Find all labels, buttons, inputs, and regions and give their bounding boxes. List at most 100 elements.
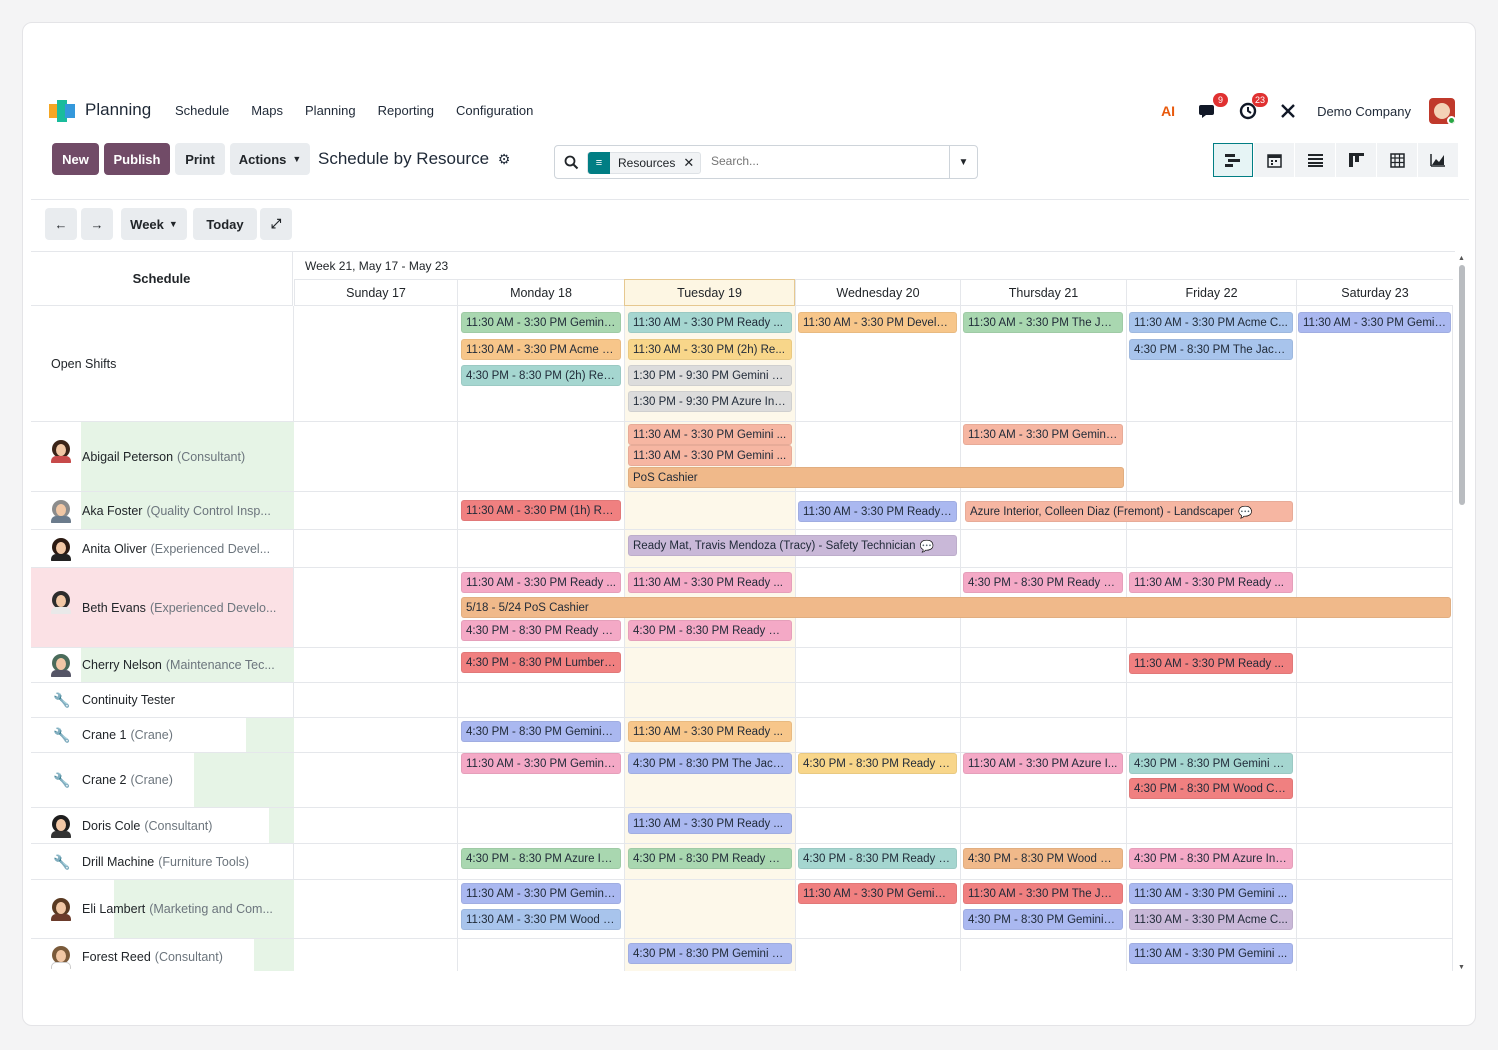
menu-maps[interactable]: Maps xyxy=(251,103,283,118)
row-label[interactable]: 🔧 Crane 1 (Crane) xyxy=(31,718,294,752)
row-label[interactable]: Beth Evans (Experienced Develo... xyxy=(31,568,294,647)
row-label[interactable]: Forest Reed (Consultant) xyxy=(31,939,294,971)
shift-pill[interactable]: 4:30 PM - 8:30 PM Gemini F... xyxy=(1129,753,1293,774)
menu-configuration[interactable]: Configuration xyxy=(456,103,533,118)
list-view-button[interactable] xyxy=(1295,143,1335,177)
shift-pill[interactable]: 11:30 AM - 3:30 PM Wood C... xyxy=(461,909,621,930)
shift-pill[interactable]: 4:30 PM - 8:30 PM Ready M... xyxy=(461,620,621,641)
menu-planning[interactable]: Planning xyxy=(305,103,356,118)
scroll-up-icon[interactable]: ▲ xyxy=(1458,255,1465,262)
search-options-toggle[interactable]: ▼ xyxy=(949,146,977,178)
shift-pill[interactable]: 11:30 AM - 3:30 PM Gemini ... xyxy=(963,424,1123,445)
actions-dropdown[interactable]: Actions ▼ xyxy=(230,143,310,175)
expand-button[interactable]: ⤢ xyxy=(260,208,292,240)
row-label[interactable]: Anita Oliver (Experienced Devel... xyxy=(31,530,294,567)
shift-pill[interactable]: 11:30 AM - 3:30 PM Gemini ... xyxy=(461,312,621,333)
shift-pill[interactable]: 11:30 AM - 3:30 PM Ready ... xyxy=(461,572,621,593)
shift-pill[interactable]: 11:30 AM - 3:30 PM The Jac... xyxy=(963,312,1123,333)
calendar-view-button[interactable] xyxy=(1254,143,1294,177)
shift-pill[interactable]: 11:30 AM - 3:30 PM Gemini ... xyxy=(628,445,792,466)
shift-pill[interactable]: 4:30 PM - 8:30 PM The Jack... xyxy=(628,753,792,774)
shift-pill[interactable]: Azure Interior, Colleen Diaz (Fremont) -… xyxy=(965,501,1293,522)
scroll-thumb[interactable] xyxy=(1459,265,1465,505)
shift-pill[interactable]: 11:30 AM - 3:30 PM (2h) Re... xyxy=(628,339,792,360)
close-icon[interactable]: ✕ xyxy=(683,155,700,171)
shift-pill[interactable]: 4:30 PM - 8:30 PM Ready M... xyxy=(628,620,792,641)
shift-pill[interactable]: 11:30 AM - 3:30 PM Ready ... xyxy=(1129,653,1293,674)
kanban-view-button[interactable] xyxy=(1336,143,1376,177)
shift-pill[interactable]: 4:30 PM - 8:30 PM Ready M... xyxy=(798,753,957,774)
shift-pill[interactable]: 1:30 PM - 9:30 PM Gemini F... xyxy=(628,365,792,386)
new-button[interactable]: New xyxy=(52,143,99,175)
ai-icon[interactable]: AI xyxy=(1157,100,1179,122)
shift-pill[interactable]: 11:30 AM - 3:30 PM Gemini ... xyxy=(461,753,621,774)
shift-pill[interactable]: 1:30 PM - 9:30 PM Azure Int... xyxy=(628,391,792,412)
scroll-down-icon[interactable]: ▼ xyxy=(1458,964,1465,971)
shift-pill[interactable]: 11:30 AM - 3:30 PM Ready ... xyxy=(628,312,792,333)
next-button[interactable]: → xyxy=(81,208,113,240)
gantt-view-button[interactable] xyxy=(1213,143,1253,177)
row-label[interactable]: Open Shifts xyxy=(31,306,294,421)
graph-view-button[interactable] xyxy=(1418,143,1458,177)
shift-pill[interactable]: 11:30 AM - 3:30 PM Acme C... xyxy=(461,339,621,360)
shift-pill[interactable]: 11:30 AM - 3:30 PM Ready ... xyxy=(1129,572,1293,593)
menu-schedule[interactable]: Schedule xyxy=(175,103,229,118)
shift-pill[interactable]: 11:30 AM - 3:30 PM Gemini ... xyxy=(1129,943,1293,964)
search-facet[interactable]: ≡ Resources ✕ xyxy=(587,152,702,174)
shift-pill[interactable]: Ready Mat, Travis Mendoza (Tracy) - Safe… xyxy=(628,535,957,556)
shift-pill[interactable]: 11:30 AM - 3:30 PM Gemini ... xyxy=(798,883,957,904)
menu-reporting[interactable]: Reporting xyxy=(378,103,434,118)
shift-pill[interactable]: 4:30 PM - 8:30 PM Gemini F... xyxy=(461,721,621,742)
shift-pill[interactable]: 4:30 PM - 8:30 PM Wood Co... xyxy=(963,848,1123,869)
row-label[interactable]: 🔧 Crane 2 (Crane) xyxy=(31,753,294,807)
shift-pill[interactable]: 11:30 AM - 3:30 PM Azure I... xyxy=(963,753,1123,774)
scale-dropdown[interactable]: Week ▼ xyxy=(121,208,187,240)
shift-pill[interactable]: 11:30 AM - 3:30 PM Ready ... xyxy=(628,813,792,834)
row-label[interactable]: 🔧 Drill Machine (Furniture Tools) xyxy=(31,844,294,879)
shift-pill[interactable]: 4:30 PM - 8:30 PM Gemini F... xyxy=(628,943,792,964)
search-icon[interactable] xyxy=(564,155,579,170)
shift-pill[interactable]: 4:30 PM - 8:30 PM Ready M... xyxy=(798,848,957,869)
today-button[interactable]: Today xyxy=(193,208,257,240)
pivot-view-button[interactable] xyxy=(1377,143,1417,177)
vertical-scrollbar[interactable]: ▲ ▼ xyxy=(1458,255,1466,971)
shift-pill[interactable]: 4:30 PM - 8:30 PM Gemini F... xyxy=(963,909,1123,930)
gear-icon[interactable]: ⚙ xyxy=(498,151,511,167)
shift-pill[interactable]: PoS Cashier xyxy=(628,467,1124,488)
shift-pill[interactable]: 11:30 AM - 3:30 PM Ready ... xyxy=(628,572,792,593)
chat-icon[interactable]: 9 xyxy=(1197,93,1229,122)
shift-pill[interactable]: 11:30 AM - 3:30 PM The Jac... xyxy=(963,883,1123,904)
shift-pill[interactable]: 4:30 PM - 8:30 PM Azure Int... xyxy=(461,848,621,869)
previous-button[interactable]: ← xyxy=(45,208,77,240)
shift-pill[interactable]: 11:30 AM - 3:30 PM Ready ... xyxy=(628,721,792,742)
shift-pill[interactable]: 11:30 AM - 3:30 PM (1h) Re... xyxy=(461,500,621,521)
tools-icon[interactable] xyxy=(1277,100,1299,122)
shift-pill[interactable]: 4:30 PM - 8:30 PM Azure Int... xyxy=(1129,848,1293,869)
shift-pill[interactable]: 4:30 PM - 8:30 PM The Jack... xyxy=(1129,339,1293,360)
planning-app-icon[interactable] xyxy=(49,100,75,122)
app-name[interactable]: Planning xyxy=(85,100,151,120)
print-button[interactable]: Print xyxy=(175,143,225,175)
shift-pill[interactable]: 4:30 PM - 8:30 PM Ready M... xyxy=(963,572,1123,593)
row-label[interactable]: Doris Cole (Consultant) xyxy=(31,808,294,843)
activity-icon[interactable]: 23 xyxy=(1237,93,1269,122)
shift-pill[interactable]: 4:30 PM - 8:30 PM Wood Co... xyxy=(1129,778,1293,799)
search-input[interactable] xyxy=(711,154,941,168)
row-label[interactable]: 🔧 Continuity Tester xyxy=(31,683,294,717)
user-avatar[interactable] xyxy=(1429,98,1455,124)
shift-pill[interactable]: 11:30 AM - 3:30 PM Gemini ... xyxy=(1129,883,1293,904)
shift-pill[interactable]: 4:30 PM - 8:30 PM (2h) Read... xyxy=(461,365,621,386)
shift-pill[interactable]: 4:30 PM - 8:30 PM Lumber I... xyxy=(461,652,621,673)
row-label[interactable]: Aka Foster (Quality Control Insp... xyxy=(31,492,294,529)
shift-pill[interactable]: 11:30 AM - 3:30 PM Ready ... xyxy=(798,501,957,522)
company-switcher[interactable]: Demo Company xyxy=(1317,104,1411,119)
row-label[interactable]: Cherry Nelson (Maintenance Tec... xyxy=(31,648,294,682)
publish-button[interactable]: Publish xyxy=(104,143,170,175)
shift-pill[interactable]: 11:30 AM - 3:30 PM Acme C... xyxy=(1129,312,1293,333)
shift-pill[interactable]: 11:30 AM - 3:30 PM Gemini ... xyxy=(628,424,792,445)
shift-pill[interactable]: 11:30 AM - 3:30 PM Gemini ... xyxy=(461,883,621,904)
shift-pill[interactable]: 4:30 PM - 8:30 PM Ready M... xyxy=(628,848,792,869)
shift-pill[interactable]: 5/18 - 5/24 PoS Cashier xyxy=(461,597,1451,618)
shift-pill[interactable]: 11:30 AM - 3:30 PM Develo... xyxy=(798,312,957,333)
shift-pill[interactable]: 11:30 AM - 3:30 PM Acme C... xyxy=(1129,909,1293,930)
